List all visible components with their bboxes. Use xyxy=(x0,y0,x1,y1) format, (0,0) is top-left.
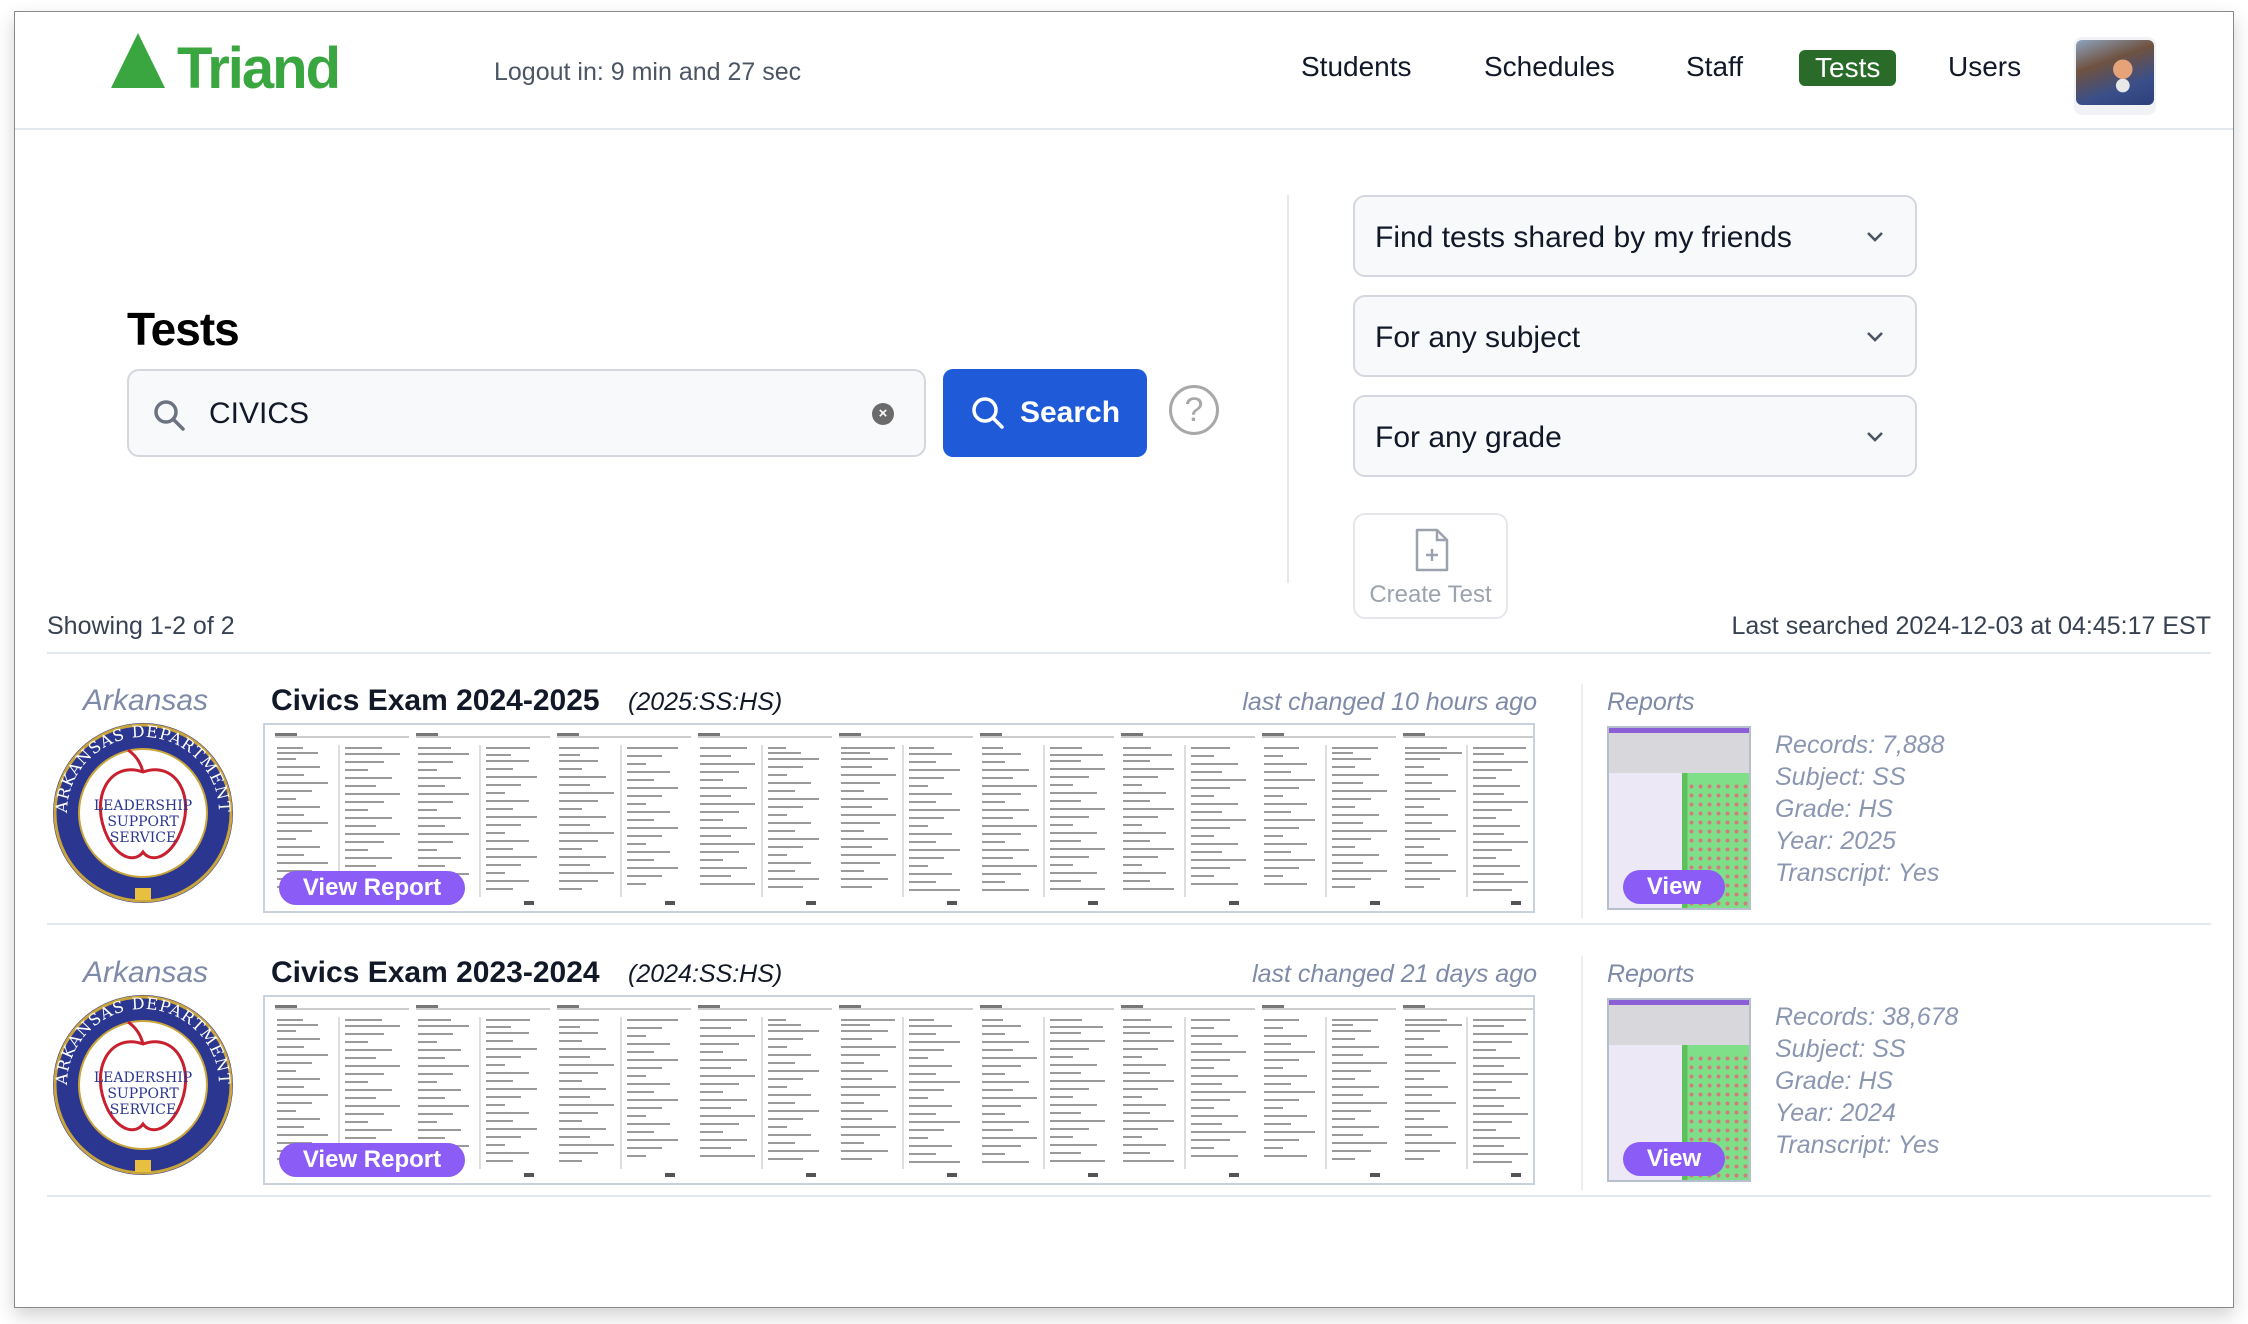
view-report-button[interactable]: View Report xyxy=(279,871,465,905)
exam-page-thumbnail xyxy=(1262,1005,1396,1177)
stat-records: Records: 7,888 xyxy=(1775,731,1945,759)
chevron-down-icon xyxy=(1867,432,1883,442)
clear-icon[interactable]: × xyxy=(872,403,894,425)
shared-filter-value: Find tests shared by my friends xyxy=(1375,221,1792,254)
search-button[interactable]: Search xyxy=(943,369,1147,457)
row-divider xyxy=(47,1195,2211,1197)
exam-page-thumbnail xyxy=(839,1005,973,1177)
arkansas-education-seal-icon: ARKANSAS DEPARTMENT OF EDUCATION LEADERS… xyxy=(50,992,233,1175)
exam-page-thumbnail xyxy=(1121,1005,1255,1177)
exam-page-thumbnail xyxy=(698,1005,832,1177)
arkansas-education-seal-icon: ARKANSAS DEPARTMENT OF EDUCATION LEADERS… xyxy=(50,720,233,903)
test-preview-thumbnail[interactable]: View Report xyxy=(263,723,1535,913)
exam-page-thumbnail xyxy=(557,1005,691,1177)
exam-page-thumbnail xyxy=(980,1005,1114,1177)
test-title[interactable]: Civics Exam 2024-2025 xyxy=(271,684,600,718)
exam-page-thumbnail xyxy=(1403,1005,1533,1177)
search-input[interactable]: CIVICS × xyxy=(127,369,926,457)
results-divider xyxy=(47,652,2211,654)
stat-transcript: Transcript: Yes xyxy=(1775,859,1940,887)
last-changed: last changed 21 days ago xyxy=(1252,960,1537,988)
seal-line2: SUPPORT xyxy=(107,814,179,830)
help-icon[interactable]: ? xyxy=(1169,385,1219,435)
logout-timer: Logout in: 9 min and 27 sec xyxy=(494,58,802,86)
shared-filter-select[interactable]: Find tests shared by my friends xyxy=(1353,195,1917,277)
view-report-details-button[interactable]: View xyxy=(1623,870,1725,904)
last-searched-timestamp: Last searched 2024-12-03 at 04:45:17 EST xyxy=(1731,612,2212,640)
stat-grade: Grade: HS xyxy=(1775,1067,1894,1095)
exam-page-thumbnail xyxy=(980,733,1114,905)
test-result-row: Arkansas ARKANSAS DEPARTMENT OF EDUCATIO… xyxy=(15,946,2233,1218)
last-changed: last changed 10 hours ago xyxy=(1242,688,1537,716)
test-result-row: Arkansas ARKANSAS DEPARTMENT OF EDUCATIO… xyxy=(15,674,2233,946)
seal-line1: LEADERSHIP xyxy=(94,798,192,814)
reports-divider xyxy=(1581,956,1583,1190)
report-heatmap-thumbnail[interactable]: View xyxy=(1607,998,1751,1182)
stat-records: Records: 38,678 xyxy=(1775,1003,1959,1031)
search-query[interactable]: CIVICS xyxy=(209,397,309,431)
report-header-band xyxy=(1609,733,1749,773)
exam-page-thumbnail xyxy=(1262,733,1396,905)
test-state: Arkansas xyxy=(83,684,209,717)
create-test-label: Create Test xyxy=(1369,581,1492,608)
top-header: Triand Logout in: 9 min and 27 sec Stude… xyxy=(15,12,2233,130)
stat-grade: Grade: HS xyxy=(1775,795,1894,823)
exam-page-thumbnail xyxy=(839,733,973,905)
test-code: (2024:SS:HS) xyxy=(628,960,783,988)
search-icon xyxy=(154,400,185,431)
stat-transcript: Transcript: Yes xyxy=(1775,1131,1940,1159)
seal-line2: SUPPORT xyxy=(107,1086,179,1102)
user-avatar[interactable] xyxy=(2074,37,2156,115)
page-title: Tests xyxy=(127,303,240,355)
nav-students[interactable]: Students xyxy=(1301,50,1412,84)
search-button-icon xyxy=(972,397,1004,429)
grade-filter-select[interactable]: For any grade xyxy=(1353,395,1917,477)
app-window: Triand Logout in: 9 min and 27 sec Stude… xyxy=(14,11,2234,1308)
stat-year: Year: 2025 xyxy=(1775,827,1896,855)
grade-filter-value: For any grade xyxy=(1375,421,1562,454)
nav-staff[interactable]: Staff xyxy=(1686,50,1743,84)
reports-label: Reports xyxy=(1607,688,1695,716)
chevron-down-icon xyxy=(1867,332,1883,342)
report-heatmap-thumbnail[interactable]: View xyxy=(1607,726,1751,910)
nav-schedules[interactable]: Schedules xyxy=(1484,50,1615,84)
nav-users[interactable]: Users xyxy=(1948,50,2021,84)
exam-page-thumbnail xyxy=(557,733,691,905)
test-code: (2025:SS:HS) xyxy=(628,688,783,716)
chevron-down-icon xyxy=(1867,232,1883,242)
stat-subject: Subject: SS xyxy=(1775,1035,1906,1063)
row-divider xyxy=(47,923,2211,925)
create-test-button[interactable]: Create Test xyxy=(1353,513,1508,619)
view-report-details-button[interactable]: View xyxy=(1623,1142,1725,1176)
stat-year: Year: 2024 xyxy=(1775,1099,1896,1127)
seal-line3: SERVICE xyxy=(110,1102,176,1118)
exam-page-thumbnail xyxy=(698,733,832,905)
subject-filter-select[interactable]: For any subject xyxy=(1353,295,1917,377)
search-button-label: Search xyxy=(1019,396,1121,429)
subject-filter-value: For any subject xyxy=(1375,321,1581,354)
test-preview-thumbnail[interactable]: View Report xyxy=(263,995,1535,1185)
results-count: Showing 1-2 of 2 xyxy=(47,612,235,640)
test-title[interactable]: Civics Exam 2023-2024 xyxy=(271,956,600,990)
view-report-button[interactable]: View Report xyxy=(279,1143,465,1177)
exam-page-thumbnail xyxy=(1121,733,1255,905)
triand-logo-icon[interactable] xyxy=(111,33,165,88)
test-state: Arkansas xyxy=(83,956,209,989)
reports-divider xyxy=(1581,684,1583,918)
reports-label: Reports xyxy=(1607,960,1695,988)
seal-line1: LEADERSHIP xyxy=(94,1070,192,1086)
exam-page-thumbnail xyxy=(1403,733,1533,905)
report-header-band xyxy=(1609,1005,1749,1045)
section-divider xyxy=(1287,195,1289,583)
triand-logo-text[interactable]: Triand xyxy=(177,40,341,98)
nav-tests[interactable]: Tests xyxy=(1799,50,1897,86)
file-plus-icon xyxy=(1415,528,1449,572)
stat-subject: Subject: SS xyxy=(1775,763,1906,791)
seal-line3: SERVICE xyxy=(110,830,176,846)
avatar-photo xyxy=(2076,40,2154,105)
